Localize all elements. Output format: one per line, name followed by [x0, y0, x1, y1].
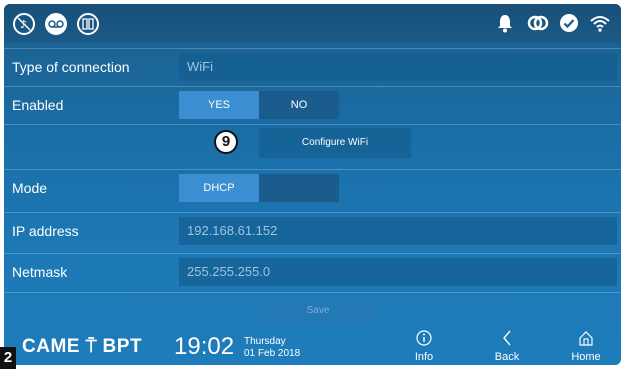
row-mode: Mode DHCP: [4, 169, 621, 206]
type-of-connection-label: Type of connection: [12, 59, 130, 75]
bell-icon: [497, 13, 513, 39]
wifi-icon: [589, 13, 611, 39]
row-type-of-connection: Type of connection WiFi: [4, 48, 621, 85]
mode-label: Mode: [12, 180, 48, 196]
info-button[interactable]: Info: [400, 330, 448, 365]
brand-bpt: BPT: [102, 336, 143, 357]
intercom-icon[interactable]: [77, 13, 99, 35]
netmask-label: Netmask: [12, 264, 68, 280]
link-icon: [527, 13, 549, 39]
type-of-connection-field[interactable]: WiFi: [179, 53, 617, 81]
enabled-yes-button[interactable]: YES: [179, 91, 259, 119]
mode-other-button[interactable]: [259, 174, 339, 202]
divider: [4, 292, 621, 293]
callout-badge: 9: [214, 130, 238, 154]
status-bar: ♪: [4, 4, 621, 43]
back-label: Back: [494, 351, 520, 363]
brand-came: CAME: [22, 336, 80, 357]
clock-day: Thursday: [244, 336, 286, 347]
home-icon: [562, 330, 610, 350]
enabled-no-button[interactable]: NO: [259, 91, 339, 119]
info-label: Info: [414, 351, 434, 363]
mode-dhcp-button[interactable]: DHCP: [179, 174, 259, 202]
row-ip-address: IP address 192.168.61.152: [4, 212, 621, 249]
no-music-icon[interactable]: ♪: [13, 13, 35, 35]
corner-marker: 2: [0, 347, 16, 369]
home-label: Home: [571, 351, 601, 363]
voicemail-icon[interactable]: [45, 13, 67, 35]
chevron-left-icon: [483, 330, 531, 350]
brand-mark-icon: ⍑: [85, 336, 103, 356]
info-icon: [400, 330, 448, 350]
row-netmask: Netmask 255.255.255.0: [4, 253, 621, 290]
ip-address-label: IP address: [12, 223, 79, 239]
home-button[interactable]: Home: [562, 330, 610, 365]
bottom-bar: CAME ⍑ BPT 19:02 Thursday 01 Feb 2018 In…: [4, 330, 621, 365]
clock-time: 19:02: [174, 333, 235, 360]
clock-date: 01 Feb 2018: [244, 348, 301, 359]
enabled-label: Enabled: [12, 97, 64, 113]
configure-wifi-button[interactable]: Configure WiFi: [259, 128, 411, 158]
netmask-field[interactable]: 255.255.255.0: [179, 258, 617, 286]
check-circle-icon: [559, 13, 579, 39]
device-screen: ♪ Type of connection WiFi Enabled YES NO: [4, 4, 621, 365]
ip-address-field[interactable]: 192.168.61.152: [179, 217, 617, 245]
brand-logo: CAME ⍑ BPT: [22, 336, 142, 358]
row-enabled: Enabled YES NO: [4, 86, 621, 123]
row-configure-wifi: 9 Configure WiFi: [4, 124, 621, 161]
back-button[interactable]: Back: [483, 330, 531, 365]
save-button[interactable]: Save: [259, 298, 377, 324]
